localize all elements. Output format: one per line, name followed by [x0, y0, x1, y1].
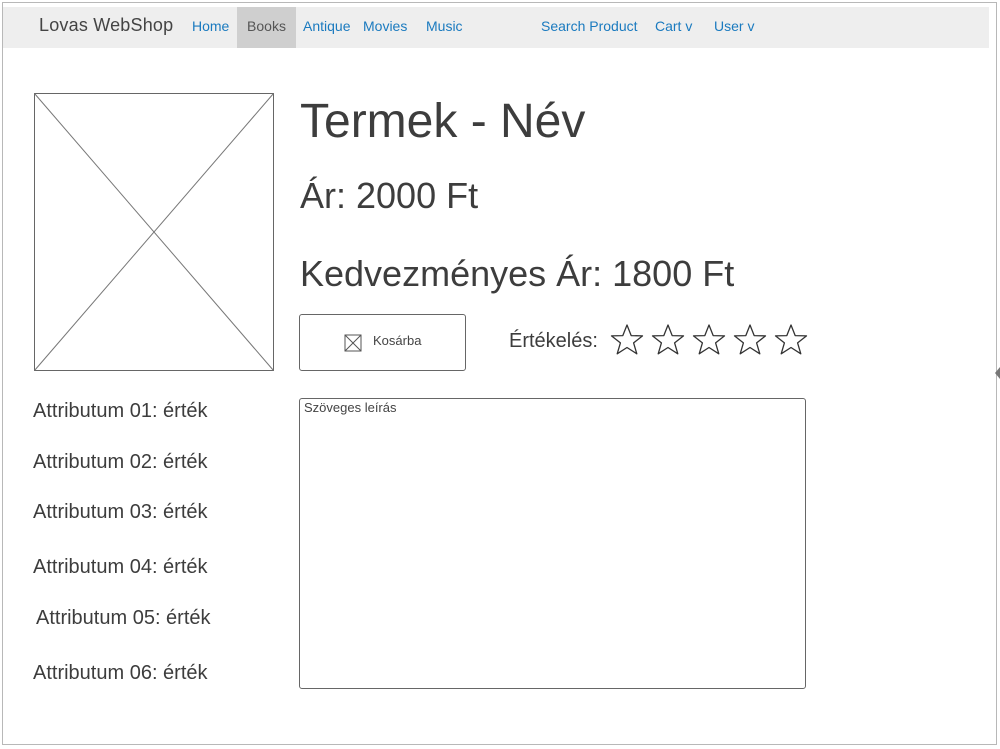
attribute-01: Attributum 01: érték — [33, 400, 208, 422]
attribute-04: Attributum 04: érték — [33, 556, 208, 578]
nav-cart-dropdown[interactable]: Cart v — [655, 7, 692, 48]
nav-movies[interactable]: Movies — [363, 7, 407, 48]
image-placeholder-icon — [344, 334, 362, 352]
attribute-05: Attributum 05: érték — [36, 607, 211, 629]
attribute-06: Attributum 06: érték — [33, 662, 208, 684]
star-icon[interactable] — [610, 323, 644, 357]
nav-search-product[interactable]: Search Product — [541, 7, 638, 48]
nav-user-dropdown[interactable]: User v — [714, 7, 754, 48]
add-to-cart-button[interactable]: Kosárba — [299, 314, 466, 371]
product-image-placeholder — [34, 93, 274, 371]
star-icon[interactable] — [774, 323, 808, 357]
nav-home[interactable]: Home — [192, 7, 229, 48]
attribute-02: Attributum 02: érték — [33, 451, 208, 473]
star-icon[interactable] — [651, 323, 685, 357]
nav-antique[interactable]: Antique — [303, 7, 350, 48]
attribute-03: Attributum 03: érték — [33, 501, 208, 523]
add-to-cart-label: Kosárba — [373, 333, 422, 348]
product-title: Termek - Név — [300, 95, 586, 148]
product-discount-price: Kedvezményes Ár: 1800 Ft — [300, 253, 735, 294]
product-price: Ár: 2000 Ft — [300, 175, 479, 216]
nav-music[interactable]: Music — [426, 7, 463, 48]
nav-books[interactable]: Books — [237, 7, 296, 48]
top-navbar: Lovas WebShop Home Books Antique Movies … — [3, 7, 989, 48]
description-textarea[interactable]: Szöveges leírás — [299, 398, 806, 689]
rating-label: Értékelés: — [509, 330, 598, 352]
rating-stars — [610, 323, 815, 363]
description-text: Szöveges leírás — [304, 400, 397, 415]
star-icon[interactable] — [692, 323, 726, 357]
scroll-handle-icon[interactable] — [994, 365, 1000, 381]
brand-logo[interactable]: Lovas WebShop — [39, 15, 173, 36]
star-icon[interactable] — [733, 323, 767, 357]
